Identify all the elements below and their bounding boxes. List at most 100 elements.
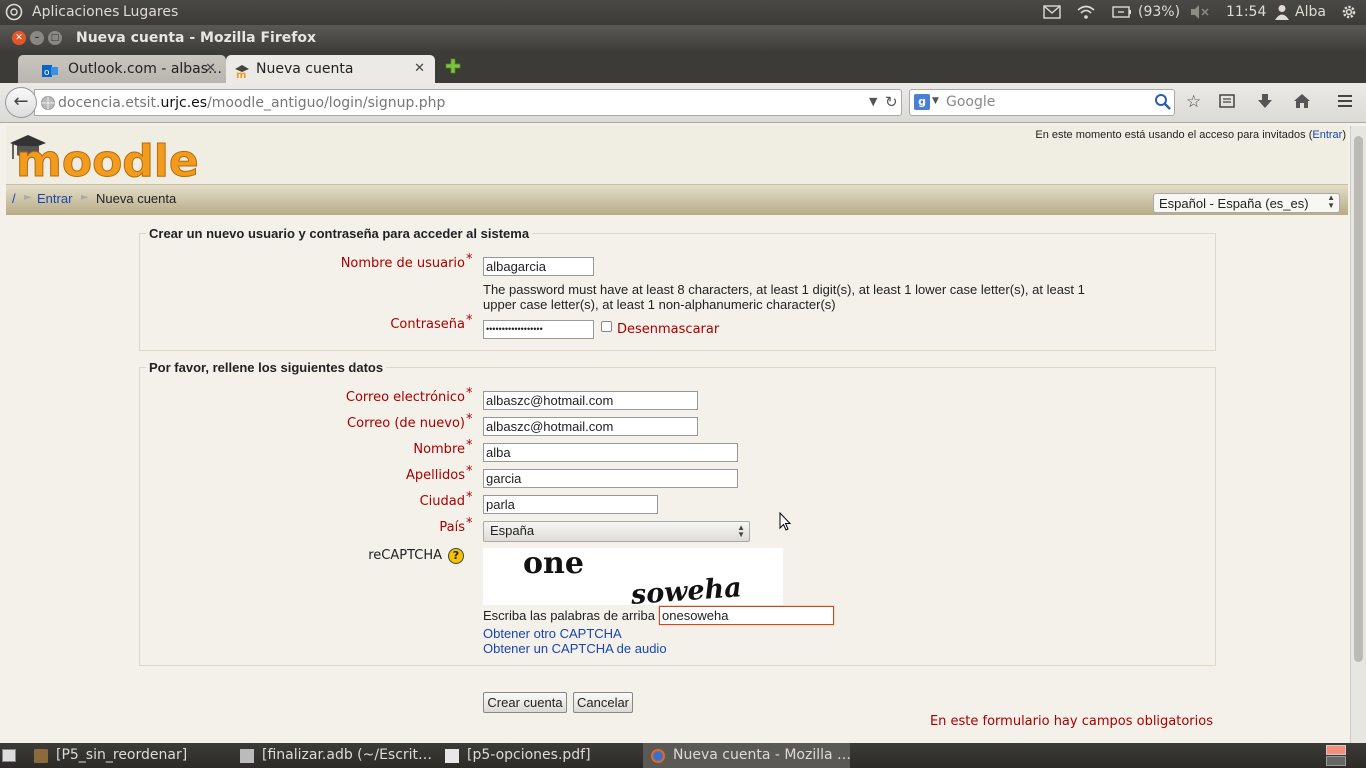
- unmask-label[interactable]: Desenmascarar: [617, 322, 719, 337]
- captcha-image: one soweha: [483, 546, 783, 611]
- required-fields-notice: En este formulario hay campos obligatori…: [929, 714, 1213, 729]
- country-label: País: [439, 520, 465, 535]
- select-arrows-icon: ▲ ▼: [737, 523, 745, 539]
- user-name[interactable]: Alba: [1295, 4, 1326, 20]
- city-label: Ciudad: [419, 494, 465, 509]
- close-tab-icon[interactable]: ✕: [205, 55, 216, 83]
- globe-icon[interactable]: [40, 95, 56, 115]
- email-input[interactable]: albaszc@hotmail.com: [483, 391, 698, 410]
- back-arrow-icon: ←: [13, 91, 29, 112]
- gear-icon[interactable]: [1340, 3, 1358, 25]
- close-tab-icon[interactable]: ✕: [414, 55, 425, 83]
- required-asterisk-icon: *: [466, 313, 473, 328]
- breadcrumb-current: Nueva cuenta: [96, 191, 177, 206]
- captcha-audio-link[interactable]: Obtener un CAPTCHA de audio: [483, 641, 667, 656]
- guest-login-link[interactable]: Entrar: [1312, 129, 1342, 141]
- firstname-input[interactable]: alba: [483, 443, 738, 462]
- country-select[interactable]: España ▲ ▼: [483, 521, 750, 542]
- battery-percent: (93%): [1138, 4, 1181, 20]
- maximize-window-icon[interactable]: □: [48, 31, 62, 45]
- svg-text:moodle: moodle: [16, 136, 199, 181]
- tab-strip: o Outlook.com - albas… ✕ m Nueva cuenta …: [0, 53, 1366, 83]
- breadcrumb-separator-icon: ►: [81, 192, 89, 203]
- taskbar-item-firefox[interactable]: Nueva cuenta - Mozilla …: [643, 743, 852, 768]
- guest-notice: En este momento está usando el acceso pa…: [1035, 129, 1346, 141]
- search-icon[interactable]: [1154, 93, 1172, 115]
- svg-text:o: o: [44, 68, 50, 78]
- engine-dropdown-icon[interactable]: ▼: [932, 96, 939, 106]
- moodle-logo[interactable]: moodle: [8, 129, 206, 188]
- username-input[interactable]: albagarcia: [483, 257, 594, 276]
- tab-nueva-cuenta[interactable]: m Nueva cuenta ✕: [226, 55, 435, 83]
- new-tab-icon[interactable]: [444, 57, 462, 79]
- outlook-favicon-icon: o: [42, 61, 58, 78]
- password-input[interactable]: ••••••••••••••••••: [483, 320, 594, 339]
- profile-legend: Por favor, rellene los siguientes datos: [146, 360, 387, 375]
- captcha-reload-link[interactable]: Obtener otro CAPTCHA: [483, 626, 622, 641]
- applications-menu[interactable]: Aplicaciones: [32, 4, 119, 20]
- search-bar[interactable]: g ▼ Google: [909, 89, 1175, 116]
- downloads-icon[interactable]: [1256, 92, 1274, 115]
- cancel-button[interactable]: Cancelar: [573, 692, 633, 713]
- tab-outlook[interactable]: o Outlook.com - albas… ✕: [18, 55, 226, 83]
- language-select-value: Español - España (es_es): [1159, 196, 1309, 211]
- reload-icon[interactable]: ↻: [885, 93, 898, 111]
- places-menu[interactable]: Lugares: [123, 4, 178, 20]
- sound-muted-icon[interactable]: [1189, 4, 1211, 24]
- window-title: Nueva cuenta - Mozilla Firefox: [76, 30, 316, 46]
- page-header: moodle En este momento está usando el ac…: [6, 126, 1348, 188]
- text-editor-icon: [240, 749, 254, 763]
- city-input[interactable]: parla: [483, 495, 658, 514]
- taskbar-item-label: Nueva cuenta - Mozilla …: [673, 747, 852, 763]
- clock[interactable]: 11:54: [1226, 4, 1266, 20]
- page-scrollbar[interactable]: [1350, 126, 1366, 743]
- language-select[interactable]: Español - España (es_es) ▲ ▼: [1153, 193, 1340, 213]
- taskbar-item-label: [P5_sin_reordenar]: [56, 747, 188, 763]
- taskbar-item-finalizar-adb[interactable]: [finalizar.adb (~/Escrit…: [232, 743, 432, 768]
- back-button[interactable]: ←: [5, 87, 37, 118]
- search-placeholder: Google: [946, 94, 996, 110]
- email-confirm-label: Correo (de nuevo): [347, 416, 465, 431]
- unmask-checkbox[interactable]: [601, 321, 612, 332]
- create-account-button[interactable]: Crear cuenta: [483, 692, 567, 713]
- battery-icon[interactable]: [1112, 6, 1132, 22]
- breadcrumb-login-link[interactable]: Entrar: [37, 191, 72, 206]
- password-policy: The password must have at least 8 charac…: [483, 282, 1085, 312]
- google-engine-icon[interactable]: g: [914, 94, 930, 110]
- show-desktop-icon[interactable]: [2, 749, 16, 762]
- bookmark-star-icon[interactable]: ☆: [1186, 92, 1201, 112]
- help-icon[interactable]: ?: [448, 548, 464, 564]
- lastname-input[interactable]: garcia: [483, 469, 738, 488]
- tab-label: Nueva cuenta: [256, 61, 354, 77]
- url-dropdown-icon[interactable]: ▼: [869, 95, 877, 108]
- taskbar-item-p5-sin-reordenar[interactable]: [P5_sin_reordenar]: [26, 743, 226, 768]
- url-text: docencia.etsit.urjc.es/moodle_antiguo/lo…: [58, 95, 446, 111]
- ubuntu-logo-icon[interactable]: [5, 3, 23, 25]
- captcha-input[interactable]: onesoweha: [659, 606, 834, 625]
- lastname-label: Apellidos: [406, 468, 465, 483]
- required-asterisk-icon: *: [466, 438, 473, 453]
- recaptcha-label: reCAPTCHA: [368, 548, 442, 563]
- bookmarks-menu-icon[interactable]: [1218, 92, 1236, 115]
- wifi-icon[interactable]: [1076, 4, 1096, 24]
- url-bar[interactable]: docencia.etsit.urjc.es/moodle_antiguo/lo…: [34, 89, 902, 116]
- hamburger-menu-icon[interactable]: [1336, 92, 1354, 115]
- mail-icon[interactable]: [1043, 5, 1061, 23]
- country-select-value: España: [490, 523, 535, 538]
- mouse-cursor-icon: [779, 511, 792, 536]
- email-confirm-input[interactable]: albaszc@hotmail.com: [483, 417, 698, 436]
- taskbar-item-label: [p5-opciones.pdf]: [467, 747, 591, 763]
- username-label: Nombre de usuario: [340, 256, 465, 271]
- workspace-switcher-icon[interactable]: [1326, 745, 1346, 755]
- workspace-switcher-icon[interactable]: [1326, 756, 1346, 766]
- home-icon[interactable]: [1293, 92, 1311, 115]
- taskbar-item-p5-opciones-pdf[interactable]: [p5-opciones.pdf]: [437, 743, 637, 768]
- scrollbar-thumb[interactable]: [1354, 136, 1363, 662]
- tab-label: Outlook.com - albas…: [68, 61, 223, 77]
- minimize-window-icon[interactable]: –: [30, 31, 44, 45]
- breadcrumb-home-link[interactable]: /: [12, 191, 16, 206]
- svg-text:one: one: [523, 548, 584, 581]
- close-window-icon[interactable]: ✕: [12, 31, 26, 45]
- user-icon[interactable]: [1275, 4, 1289, 24]
- moodle-favicon-icon: m: [234, 61, 250, 81]
